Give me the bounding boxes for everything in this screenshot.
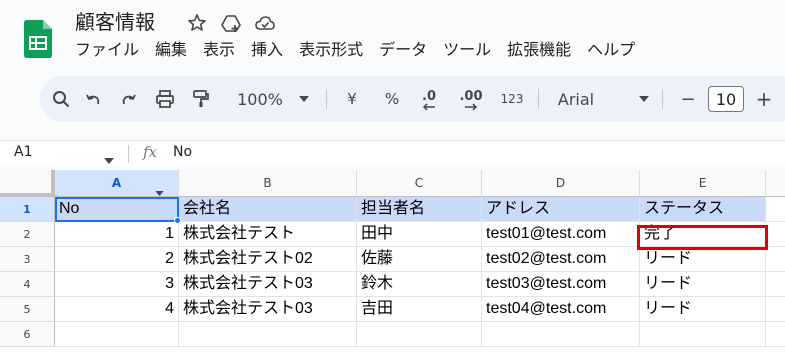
menu-edit[interactable]: 編集 [155,39,187,61]
annotation-highlight-box [637,225,768,250]
menu-view[interactable]: 表示 [203,39,235,61]
menu-extensions[interactable]: 拡張機能 [507,39,571,61]
cell-e1[interactable]: ステータス [640,197,766,222]
cell-d4[interactable]: test03@test.com [482,272,640,297]
row-header-1[interactable]: 1 [0,197,55,222]
toolbar-divider [538,89,539,109]
cell-d1[interactable]: アドレス [482,197,640,222]
toolbar-divider [326,89,327,109]
row-header-4[interactable]: 4 [0,272,55,297]
chevron-down-icon[interactable] [104,149,114,168]
increase-decimal-label: .00 [459,89,483,104]
chevron-down-icon[interactable] [296,76,312,122]
redo-icon[interactable] [116,76,142,122]
cell-e4[interactable]: リード [640,272,766,297]
formula-input[interactable]: No [173,144,192,160]
cell-d6[interactable] [482,322,640,347]
column-header-e[interactable]: E [640,170,766,197]
cell-a3[interactable]: 2 [55,247,179,272]
formula-bar-divider [128,145,129,163]
name-box[interactable]: A1 [14,144,32,160]
row-header-6[interactable]: 6 [0,322,55,347]
fx-icon: fx [143,143,158,161]
decrease-decimal-label: .0 [422,89,436,104]
cell-c6[interactable] [357,322,482,347]
star-icon[interactable] [186,12,208,34]
cell-partial[interactable] [766,247,785,272]
row-header-5[interactable]: 5 [0,297,55,322]
cell-c2[interactable]: 田中 [357,222,482,247]
cell-a2[interactable]: 1 [55,222,179,247]
toolbar: 100% ¥ % .0 .00 123 Arial − 10 + [40,76,785,122]
column-header-d[interactable]: D [482,170,640,197]
cell-partial[interactable] [766,197,785,222]
cell-c3[interactable]: 佐藤 [357,247,482,272]
arrow-left-icon [422,103,435,111]
menu-help[interactable]: ヘルプ [587,39,635,61]
spreadsheet-grid[interactable]: A B C D E 1 No 会社名 担当者名 アドレス ステータス 2 1 株式会社テスト 田中 test0… [0,170,785,355]
increase-font-size-button[interactable]: + [752,76,776,122]
cell-b2[interactable]: 株式会社テスト [179,222,357,247]
move-to-drive-icon[interactable] [220,12,242,34]
font-select[interactable]: Arial [554,76,598,122]
cell-partial[interactable] [766,272,785,297]
menu-bar: ファイル 編集 表示 挿入 表示形式 データ ツール 拡張機能 ヘルプ [75,39,651,61]
cell-a6[interactable] [55,322,179,347]
toolbar-divider [662,89,663,109]
arrow-right-icon [465,103,478,111]
paint-format-icon[interactable] [188,76,214,122]
chevron-down-icon[interactable] [636,76,652,122]
row-header-2[interactable]: 2 [0,222,55,247]
menu-format[interactable]: 表示形式 [299,39,363,61]
cell-d2[interactable]: test01@test.com [482,222,640,247]
search-menus-icon[interactable] [48,76,74,122]
formula-bar: A1 fx No [0,140,785,166]
cell-b3[interactable]: 株式会社テスト02 [179,247,357,272]
sheets-logo-icon[interactable] [24,20,52,58]
increase-decimal-button[interactable]: .00 [454,76,488,122]
cell-partial[interactable] [766,322,785,347]
fill-handle[interactable] [174,217,181,224]
column-header-c[interactable]: C [357,170,482,197]
row-header-3[interactable]: 3 [0,247,55,272]
cell-partial[interactable] [766,222,785,247]
undo-icon[interactable] [80,76,106,122]
more-formats-button[interactable]: 123 [496,76,528,122]
active-cell-outline [55,197,179,222]
cell-a5[interactable]: 4 [55,297,179,322]
cell-e5[interactable]: リード [640,297,766,322]
select-all-corner[interactable] [0,170,55,197]
cell-d5[interactable]: test04@test.com [482,297,640,322]
cell-a4[interactable]: 3 [55,272,179,297]
zoom-select[interactable]: 100% [230,76,290,122]
cell-partial[interactable] [766,297,785,322]
font-size-input[interactable]: 10 [708,86,744,112]
column-header-partial[interactable] [766,170,785,197]
menu-data[interactable]: データ [379,39,427,61]
currency-format-button[interactable]: ¥ [340,76,364,122]
cell-b1[interactable]: 会社名 [179,197,357,222]
column-header-b[interactable]: B [179,170,357,197]
cell-b4[interactable]: 株式会社テスト03 [179,272,357,297]
cell-c1[interactable]: 担当者名 [357,197,482,222]
menu-insert[interactable]: 挿入 [251,39,283,61]
cell-b6[interactable] [179,322,357,347]
cell-c4[interactable]: 鈴木 [357,272,482,297]
cloud-status-icon[interactable] [254,12,276,34]
document-title[interactable]: 顧客情報 [75,8,155,36]
menu-tools[interactable]: ツール [443,39,491,61]
print-icon[interactable] [152,76,178,122]
cell-b5[interactable]: 株式会社テスト03 [179,297,357,322]
cell-c5[interactable]: 吉田 [357,297,482,322]
cell-e6[interactable] [640,322,766,347]
cell-d3[interactable]: test02@test.com [482,247,640,272]
menu-file[interactable]: ファイル [75,39,139,61]
cell-e3[interactable]: リード [640,247,766,272]
decrease-decimal-button[interactable]: .0 [414,76,444,122]
decrease-font-size-button[interactable]: − [676,76,700,122]
percent-format-button[interactable]: % [380,76,404,122]
